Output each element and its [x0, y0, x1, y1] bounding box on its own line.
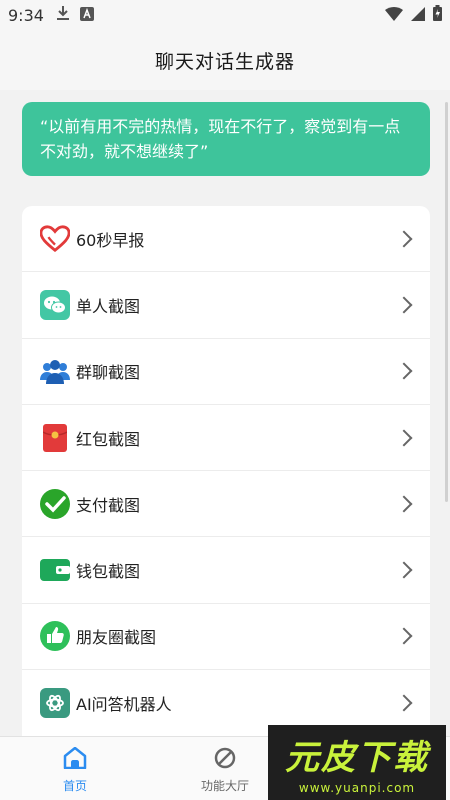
payment-check-icon [40, 488, 70, 519]
chevron-right-icon [395, 561, 413, 579]
watermark-text: 元皮下载 [285, 738, 429, 778]
menu-item-label: 群聊截图 [76, 363, 141, 383]
status-bar: 9:34 [0, 0, 450, 30]
chevron-right-icon [395, 362, 413, 380]
menu-item-label: 支付截图 [76, 495, 141, 515]
prohibited-icon [214, 747, 236, 773]
download-icon [56, 5, 70, 25]
a-badge-icon [79, 6, 94, 25]
wallet-icon [40, 555, 70, 585]
menu-item-group-screenshot[interactable]: 群聊截图 [22, 339, 430, 405]
openai-icon [40, 688, 70, 719]
app-header: 聊天对话生成器 [0, 30, 450, 90]
page-title: 聊天对话生成器 [154, 50, 295, 73]
menu-item-morning-news[interactable]: 60秒早报 [22, 206, 430, 273]
menu-item-label: 单人截图 [76, 296, 141, 316]
tab-function-hall-label: 功能大厅 [200, 779, 249, 793]
menu-item-moments[interactable]: 朋友圈截图 [22, 604, 430, 671]
menu-item-label: AI问答机器人 [76, 695, 172, 715]
chevron-right-icon [395, 694, 413, 712]
chevron-right-icon [395, 495, 413, 513]
red-heart-icon [40, 224, 70, 254]
home-icon [63, 746, 87, 773]
menu-item-wallet[interactable]: 钱包截图 [22, 537, 430, 604]
wifi-icon [385, 6, 403, 25]
signal-icon [411, 6, 425, 25]
battery-icon [433, 5, 442, 25]
menu-item-label: 红包截图 [76, 429, 141, 449]
watermark-url: www.yuanpi.com [298, 781, 416, 795]
watermark-logo: 元皮下载 www.yuanpi.com [268, 725, 446, 800]
chevron-right-icon [395, 230, 413, 248]
menu-item-red-envelope[interactable]: 红包截图 [22, 405, 430, 472]
tab-home[interactable]: 首页 [0, 737, 150, 800]
main-content[interactable]: “以前有用不完的热情，现在不行了，察觉到有一点不对劲，就不想继续了” 60秒早报… [0, 90, 450, 736]
tab-home-label: 首页 [62, 779, 87, 793]
feature-menu: 60秒早报 单人截图 群聊截图 红包截图 支付截图 钱包截图 朋友圈截图 AI问… [22, 206, 430, 736]
red-envelope-icon [40, 423, 70, 453]
chevron-right-icon [395, 627, 413, 645]
wechat-icon [40, 289, 70, 320]
menu-item-label: 钱包截图 [76, 562, 141, 582]
scrollbar[interactable] [445, 102, 448, 502]
chevron-right-icon [395, 429, 413, 447]
menu-item-payment[interactable]: 支付截图 [22, 471, 430, 538]
group-people-icon [40, 356, 70, 386]
quote-card: “以前有用不完的热情，现在不行了，察觉到有一点不对劲，就不想继续了” [22, 102, 430, 176]
menu-item-label: 朋友圈截图 [76, 628, 157, 648]
chevron-right-icon [395, 296, 413, 314]
menu-item-label: 60秒早报 [76, 230, 145, 250]
quote-text: “以前有用不完的热情，现在不行了，察觉到有一点不对劲，就不想继续了” [40, 117, 401, 161]
menu-item-single-screenshot[interactable]: 单人截图 [22, 272, 430, 339]
thumbs-up-icon [40, 621, 70, 652]
status-time: 9:34 [8, 5, 44, 25]
